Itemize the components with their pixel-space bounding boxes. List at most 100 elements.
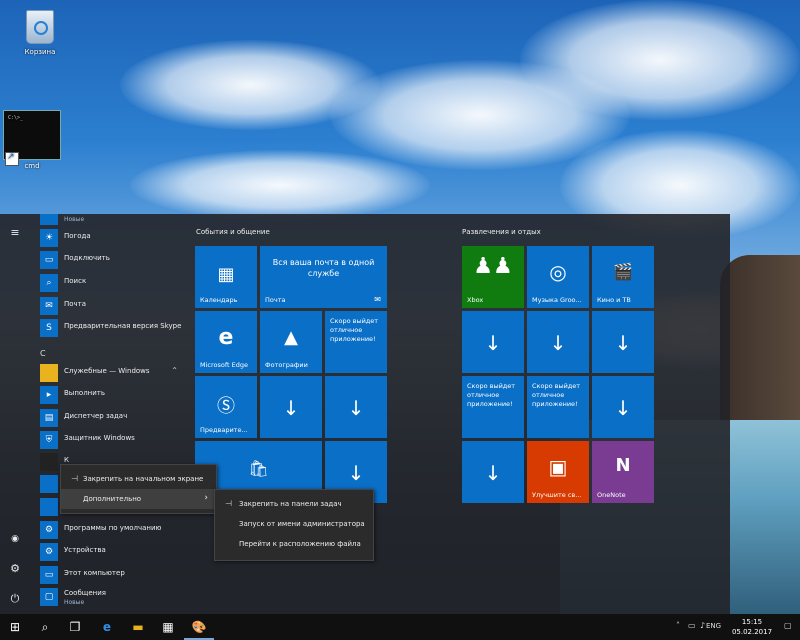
list-item[interactable]: ⚙ Программы по умолчанию [38,520,188,540]
tile-download[interactable]: ↓ [462,311,524,373]
group-title[interactable]: Развлечения и отдых [462,228,541,236]
list-item[interactable]: ☀ Погода [38,228,188,248]
tile-movies[interactable]: 🎬 Кино и ТВ [592,246,654,308]
file-explorer-icon[interactable]: ▬ [123,614,153,640]
cmd-shortcut[interactable]: cmd [0,110,64,170]
menu-item-label: Запуск от имени администратора [239,520,365,528]
tile-calendar[interactable]: ▦ Календарь [195,246,257,308]
tile-edge[interactable]: e Microsoft Edge [195,311,257,373]
skype-icon: Ⓢ [217,396,235,417]
computer-icon: ▭ [40,566,58,584]
tile-download[interactable]: ↓ [260,376,322,438]
list-item[interactable]: ▸ Выполнить [38,385,188,405]
tile-download[interactable]: ↓ [325,376,387,438]
list-item[interactable]: ⌕ Поиск [38,273,188,293]
list-item[interactable]: ▭ Подключить [38,250,188,270]
app-icon [40,214,58,225]
tile-placeholder[interactable]: Скоро выйдет отличное приложение! [325,311,387,373]
tile-label: Календарь [200,296,238,304]
context-menu: ⊣ Закрепить на начальном экране Дополнит… [60,464,217,514]
download-icon: ↓ [484,331,502,355]
tile-live-text: Скоро выйдет отличное приложение! [467,382,516,408]
folder-icon [40,364,58,382]
list-item[interactable]: ▭ Этот компьютер [38,565,188,585]
menu-item-pin-taskbar[interactable]: ⊣ Закрепить на панели задач [215,494,373,514]
section-letter[interactable]: С [40,349,46,358]
hamburger-menu-icon[interactable]: ≡ [6,224,24,242]
list-item[interactable]: ▤ Диспетчер задач [38,408,188,428]
tray-up-arrow-icon[interactable]: ˄ [676,621,680,630]
edge-icon: e [218,325,234,350]
pin-icon: ⊣ [71,474,78,483]
list-item[interactable]: ⚙ Устройства [38,542,188,562]
sound-icon[interactable]: ♪ [700,621,705,630]
tile-photos[interactable]: ▲ Фотографии [260,311,322,373]
recycle-bin-shortcut[interactable]: Корзина [8,10,72,56]
chevron-up-icon: ⌃ [171,366,178,375]
group-title[interactable]: События и общение [196,228,270,236]
clock[interactable]: 15:15 05.02.2017 [724,617,780,637]
cloud [520,0,800,120]
tile-label: Предварите... [200,426,248,434]
tile-office[interactable]: ▣ Улучшите св... [527,441,589,503]
menu-item-open-location[interactable]: Перейти к расположению файла [215,534,373,554]
tile-skype[interactable]: Ⓢ Предварите... [195,376,257,438]
tile-label: Улучшите св... [532,491,582,499]
app-label: Устройства [64,546,106,554]
search-icon[interactable]: ⌕ [30,614,60,640]
menu-item-run-as-admin[interactable]: Запуск от имени администратора [215,514,373,534]
tile-label: Кино и ТВ [597,296,631,304]
app-label: К [64,456,69,464]
list-item[interactable]: ⛨ Защитник Windows [38,430,188,450]
onenote-icon: N [615,455,631,476]
network-icon[interactable]: ▭ [688,621,696,630]
language-indicator[interactable]: ENG [706,622,721,630]
settings-gear-icon[interactable]: ⚙ [6,560,24,578]
paint-taskbar-icon[interactable]: 🎨 [184,614,214,640]
tile-xbox[interactable]: ♟♟ Xbox [462,246,524,308]
shortcut-arrow-icon [5,152,19,166]
app-label: Программы по умолчанию [64,524,162,532]
tile-mail[interactable]: Вся ваша почта в одной службе Почта ✉ [260,246,387,308]
user-account-icon[interactable]: ◉ [6,530,24,548]
download-icon: ↓ [549,331,567,355]
rock [720,255,800,430]
store-taskbar-icon[interactable]: ▦ [153,614,183,640]
app-label: Служебные — Windows [64,367,150,375]
tile-download[interactable]: ↓ [527,311,589,373]
tile-groove[interactable]: ◎ Музыка Groo... [527,246,589,308]
tile-live-text: Скоро выйдет отличное приложение! [532,382,581,408]
list-item[interactable]: ▢ Сообщения Новые [38,587,188,607]
edge-taskbar-icon[interactable]: e [92,614,122,640]
tile-download[interactable]: ↓ [592,376,654,438]
tile-download[interactable]: ↓ [592,311,654,373]
cloud [130,150,430,220]
tile-placeholder[interactable]: Скоро выйдет отличное приложение! [462,376,524,438]
tile-placeholder[interactable]: Скоро выйдет отличное приложение! [527,376,589,438]
power-icon[interactable]: ⏻ [6,590,24,608]
menu-item-more[interactable]: Дополнительно › [61,489,216,509]
tile-live-text: Вся ваша почта в одной службе [272,258,375,278]
tile-download[interactable]: ↓ [462,441,524,503]
windows-start-icon[interactable]: ⊞ [0,614,30,640]
recycle-bin-label: Корзина [24,48,56,56]
chevron-right-icon: › [204,493,208,503]
menu-item-label: Закрепить на панели задач [239,500,342,508]
task-view-icon[interactable]: ❐ [60,614,90,640]
search-icon: ⌕ [40,274,58,292]
weather-icon: ☀ [40,229,58,247]
movies-icon: 🎬 [613,262,633,281]
start-rail: ≡ ◉ ⚙ ⏻ [0,214,30,614]
groove-music-icon: ◎ [549,260,567,284]
list-item[interactable]: Новые [38,214,188,226]
app-icon [40,475,58,493]
calendar-icon: ▦ [217,264,235,285]
list-item[interactable]: Служебные — Windows ⌃ [38,363,188,383]
list-item[interactable]: S Предварительная версия Skype [38,318,188,338]
tile-onenote[interactable]: N OneNote [592,441,654,503]
list-item[interactable]: ✉ Почта [38,296,188,316]
shield-icon: ⛨ [40,431,58,449]
menu-item-pin-start[interactable]: ⊣ Закрепить на начальном экране [61,469,216,489]
action-center-icon[interactable]: ▢ [784,621,792,630]
menu-item-label: Перейти к расположению файла [239,540,361,548]
